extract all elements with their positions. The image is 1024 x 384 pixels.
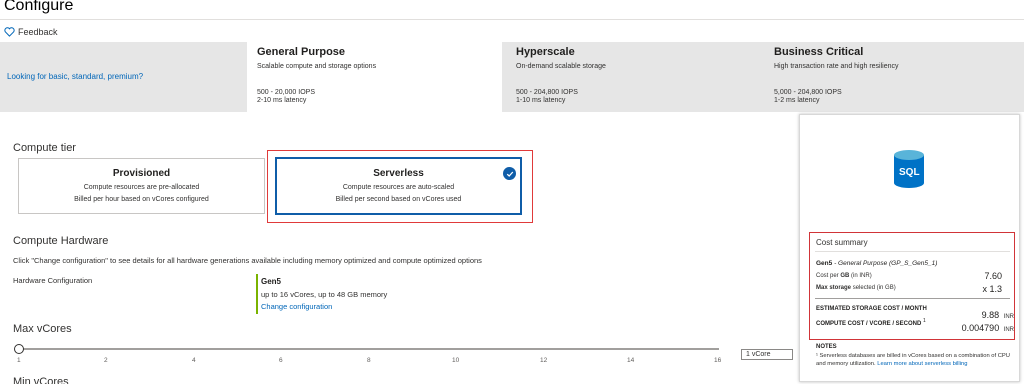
slider-tick: 2 (104, 357, 108, 364)
tier-iops: 5,000 - 204,800 IOPS (774, 89, 842, 96)
tier-business-critical[interactable]: Business Critical High transaction rate … (764, 42, 1019, 112)
hardware-spec: up to 16 vCores, up to 48 GB memory (261, 290, 388, 299)
option-line-1: Compute resources are auto-scaled (342, 184, 455, 191)
compute-cost-value: 0.004790 (961, 323, 1000, 333)
compute-cost: 0.004790 INR (910, 318, 1014, 336)
feedback-label: Feedback (18, 27, 58, 37)
change-configuration-link[interactable]: Change configuration (261, 302, 332, 311)
tier-latency: 1-2 ms latency (774, 97, 820, 104)
heart-icon (4, 27, 15, 37)
cost-summary-divider (815, 251, 1010, 252)
tier-iops: 500 - 204,800 IOPS (516, 89, 578, 96)
max-storage-value: x 1.3 (982, 284, 1002, 294)
compute-hardware-description: Click "Change configuration" to see deta… (13, 256, 482, 265)
cost-summary-title: Cost summary (816, 238, 868, 247)
slider-tick: 6 (279, 357, 283, 364)
checkmark-icon (503, 167, 516, 180)
slider-tick: 10 (452, 357, 460, 364)
tier-latency: 1-10 ms latency (516, 97, 566, 104)
max-vcores-input[interactable]: 1 vCore (741, 349, 793, 360)
cost-per-gb-value: 7.60 (984, 271, 1002, 281)
basic-standard-premium-link[interactable]: Looking for basic, standard, premium? (7, 72, 143, 81)
slider-tick: 16 (714, 357, 722, 364)
hardware-configuration-label: Hardware Configuration (13, 276, 93, 285)
max-storage-label: Max storage selected (in GB) (816, 285, 896, 291)
option-title: Serverless (373, 168, 424, 179)
tier-hyperscale[interactable]: Hyperscale On-demand scalable storage 50… (506, 42, 761, 112)
hardware-accent-bar (256, 274, 258, 314)
hardware-generation: Gen5 (261, 277, 282, 286)
header-divider (0, 19, 1024, 20)
cost-per-gb-label: Cost per GB (in INR) (816, 273, 872, 279)
option-line-1: Compute resources are pre-allocated (83, 184, 200, 191)
tier-general-purpose[interactable]: General Purpose Scalable compute and sto… (247, 42, 502, 112)
tier-latency: 2-10 ms latency (257, 97, 307, 104)
compute-hardware-title: Compute Hardware (13, 235, 109, 247)
estimated-storage-cost-label: ESTIMATED STORAGE COST / MONTH (816, 306, 927, 312)
tier-description: On-demand scalable storage (516, 63, 606, 70)
cost-gen-tier: - General Purpose (GP_S_Gen5_1) (832, 260, 938, 267)
cost-totals-divider (815, 298, 1010, 299)
option-title: Provisioned (112, 168, 171, 179)
compute-cost-currency: INR (1003, 327, 1014, 333)
page-title: Configure (4, 0, 74, 14)
max-vcores-label: Max vCores (13, 323, 72, 335)
notes-text: ¹ Serverless databases are billed in vCo… (816, 352, 1016, 368)
sql-icon-label: SQL (899, 167, 920, 178)
option-line-2: Billed per second based on vCores used (335, 196, 462, 203)
tier-description: High transaction rate and high resilienc… (774, 63, 899, 70)
serverless-option[interactable]: Serverless Compute resources are auto-sc… (275, 157, 522, 215)
slider-tick: 8 (367, 357, 371, 364)
notes-title: NOTES (816, 344, 837, 350)
slider-tick: 4 (192, 357, 196, 364)
feedback-button[interactable]: Feedback (4, 27, 58, 37)
tier-name: Hyperscale (516, 46, 575, 58)
compute-tier-label: Compute tier (13, 142, 76, 154)
max-vcores-slider-thumb[interactable] (14, 344, 24, 354)
max-vcores-slider-track[interactable] (19, 348, 719, 350)
option-line-2: Billed per hour based on vCores configur… (74, 196, 209, 203)
tier-name: General Purpose (257, 46, 346, 58)
cost-gen-name: Gen5 (816, 260, 833, 267)
provisioned-option[interactable]: Provisioned Compute resources are pre-al… (18, 158, 265, 214)
min-vcores-label: Min vCores (13, 376, 69, 384)
serverless-billing-link[interactable]: Learn more about serverless billing (877, 361, 967, 367)
slider-tick: 14 (627, 357, 635, 364)
tier-iops: 500 - 20,000 IOPS (257, 89, 315, 96)
tier-description: Scalable compute and storage options (257, 63, 377, 70)
tier-name: Business Critical (774, 46, 864, 58)
slider-tick: 1 (17, 357, 21, 364)
slider-tick: 12 (540, 357, 548, 364)
cost-generation: Gen5 - General Purpose (GP_S_Gen5_1) (816, 260, 937, 267)
